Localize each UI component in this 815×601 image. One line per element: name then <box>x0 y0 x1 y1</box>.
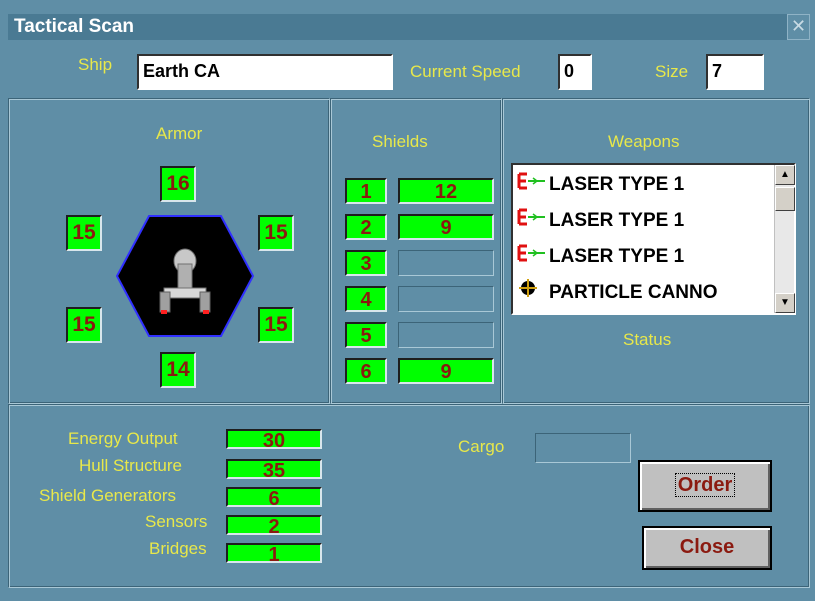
hull-structure-label: Hull Structure <box>79 456 182 475</box>
bridges-value: 1 <box>226 543 322 565</box>
window-title: Tactical Scan <box>14 16 135 37</box>
armor-upper-left-value: 15 <box>66 215 102 251</box>
order-button-label: Order <box>674 473 736 497</box>
shield-1-number: 1 <box>345 178 387 204</box>
energy-output-label: Energy Output <box>68 429 178 448</box>
shield-3-number: 3 <box>345 250 387 276</box>
armor-lower-left-value: 15 <box>66 307 102 343</box>
shield-2-value: 9 <box>398 214 494 240</box>
sensors-label: Sensors <box>145 512 208 531</box>
weapon-name: LASER TYPE 1 <box>549 210 685 231</box>
cargo-label: Cargo <box>458 437 505 456</box>
weapon-item[interactable]: PARTICLE CANNO <box>517 277 718 309</box>
shield-generators-value: 6 <box>226 487 322 509</box>
armor-lower-right-value: 15 <box>258 307 294 343</box>
weapon-item[interactable]: LASER TYPE 1 <box>517 205 684 237</box>
shield-4-number: 4 <box>345 286 387 312</box>
weapon-name: LASER TYPE 1 <box>549 174 685 195</box>
shields-label: Shields <box>372 132 428 151</box>
shield-5-number: 5 <box>345 322 387 348</box>
laser-icon <box>517 169 549 201</box>
bridges-label: Bridges <box>149 539 207 558</box>
ship-hexagon-image <box>116 215 254 337</box>
armor-upper-right-value: 15 <box>258 215 294 251</box>
armor-bottom-value: 14 <box>160 352 196 388</box>
shield-4-value <box>398 286 494 312</box>
close-icon[interactable]: ✕ <box>787 14 810 40</box>
particle-cannon-icon <box>517 277 549 309</box>
weapons-list[interactable]: LASER TYPE 1 LASER TYPE 1 LASER TYPE 1 P… <box>511 163 796 315</box>
shield-1-value: 12 <box>398 178 494 204</box>
order-button[interactable]: Order <box>638 460 772 512</box>
cargo-field <box>535 433 631 463</box>
current-speed-label: Current Speed <box>410 62 521 81</box>
scroll-thumb[interactable] <box>775 187 795 211</box>
shield-generators-label: Shield Generators <box>39 486 177 505</box>
close-button[interactable]: Close <box>642 526 772 570</box>
weapon-item[interactable]: LASER TYPE 1 <box>517 241 684 273</box>
shield-6-value: 9 <box>398 358 494 384</box>
weapon-item[interactable]: LASER TYPE 1 <box>517 169 684 201</box>
weapon-name: LASER TYPE 1 <box>549 246 685 267</box>
ship-label: Ship <box>78 55 113 74</box>
status-label: Status <box>623 330 672 349</box>
shield-6-number: 6 <box>345 358 387 384</box>
laser-icon <box>517 241 549 273</box>
shield-5-value <box>398 322 494 348</box>
laser-icon <box>517 205 549 237</box>
current-speed-field[interactable]: 0 <box>558 54 592 90</box>
size-label: Size <box>655 62 689 81</box>
armor-top-value: 16 <box>160 166 196 202</box>
weapons-label: Weapons <box>608 132 680 151</box>
energy-output-value: 30 <box>226 429 322 451</box>
hull-structure-value: 35 <box>226 459 322 481</box>
weapons-scrollbar[interactable]: ▲ ▼ <box>774 165 795 313</box>
weapon-name: PARTICLE CANNO <box>549 282 718 303</box>
scroll-up-arrow-icon[interactable]: ▲ <box>775 165 795 185</box>
shield-3-value <box>398 250 494 276</box>
ship-name-field[interactable]: Earth CA <box>137 54 393 90</box>
scroll-down-arrow-icon[interactable]: ▼ <box>775 293 795 313</box>
shield-2-number: 2 <box>345 214 387 240</box>
sensors-value: 2 <box>226 515 322 537</box>
size-field[interactable]: 7 <box>706 54 764 90</box>
armor-label: Armor <box>156 124 203 143</box>
